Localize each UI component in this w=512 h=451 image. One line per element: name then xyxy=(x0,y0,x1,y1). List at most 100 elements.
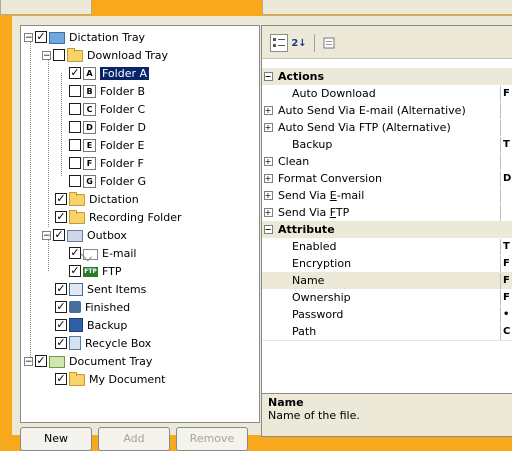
tree-item-sent-items[interactable]: Sent Items xyxy=(55,280,146,298)
expand-toggle-icon[interactable]: + xyxy=(263,208,273,217)
tree-item-label: Folder G xyxy=(100,174,147,188)
tree-item-label: Folder F xyxy=(100,156,144,170)
grid-property-row[interactable]: Path C xyxy=(262,323,512,341)
expand-toggle-icon[interactable]: + xyxy=(263,191,273,200)
tree-item-ftp[interactable]: FTP FTP xyxy=(69,262,122,280)
tree-item-folder-g[interactable]: G Folder G xyxy=(69,172,146,190)
tree-item-dictation-tray[interactable]: − Dictation Tray xyxy=(24,28,145,46)
tree-checkbox[interactable] xyxy=(55,283,67,295)
expand-toggle-icon[interactable]: + xyxy=(263,174,273,183)
tree-checkbox[interactable] xyxy=(35,355,47,367)
tree-checkbox[interactable] xyxy=(69,103,81,115)
tree-checkbox[interactable] xyxy=(69,157,81,169)
tree-checkbox[interactable] xyxy=(69,247,81,259)
grid-property-row[interactable]: Auto Download F xyxy=(262,85,512,103)
grid-property-row[interactable]: Enabled T xyxy=(262,238,512,256)
tree-checkbox[interactable] xyxy=(55,319,67,331)
grid-property-row[interactable]: Ownership F xyxy=(262,289,512,307)
tree-checkbox[interactable] xyxy=(69,85,81,97)
tree-item-e-mail[interactable]: E-mail xyxy=(69,244,137,262)
grid-row-value[interactable] xyxy=(500,204,512,221)
grid-row-value[interactable]: • xyxy=(500,306,512,323)
expand-toggle-icon[interactable]: + xyxy=(263,106,273,115)
grid-category-actions[interactable]: − Actions xyxy=(262,68,512,86)
alphabetical-sort-icon[interactable]: 2↓ xyxy=(290,34,308,52)
grid-property-row[interactable]: + Auto Send Via FTP (Alternative) xyxy=(262,119,512,137)
expand-toggle-icon[interactable]: + xyxy=(263,123,273,132)
grid-row-label: Encryption xyxy=(292,257,352,270)
tree-checkbox[interactable] xyxy=(69,121,81,133)
tree-item-download-tray[interactable]: − Download Tray xyxy=(42,46,168,64)
tab-right[interactable] xyxy=(262,0,512,15)
tree-item-backup[interactable]: Backup xyxy=(55,316,127,334)
tree-item-outbox[interactable]: − Outbox xyxy=(42,226,127,244)
folder-f-icon: F xyxy=(83,156,96,170)
remove-button[interactable]: Remove xyxy=(176,427,248,451)
property-toolbar: 2↓ xyxy=(262,26,512,59)
grid-row-value[interactable] xyxy=(500,119,512,136)
grid-property-row[interactable]: Name F xyxy=(262,272,512,290)
tab-left[interactable] xyxy=(0,0,92,15)
tree-item-recycle-box[interactable]: Recycle Box xyxy=(55,334,151,352)
grid-row-value[interactable]: C xyxy=(500,323,512,340)
grid-row-value[interactable]: F xyxy=(500,85,512,102)
tree-item-finished[interactable]: Finished xyxy=(55,298,130,316)
new-button[interactable]: New xyxy=(20,427,92,451)
tree-checkbox[interactable] xyxy=(55,193,67,205)
grid-property-row[interactable]: + Clean xyxy=(262,153,512,171)
grid-property-row[interactable]: + Auto Send Via E-mail (Alternative) xyxy=(262,102,512,120)
grid-property-row[interactable]: + Format Conversion D xyxy=(262,170,512,188)
tree-checkbox[interactable] xyxy=(55,211,67,223)
property-pages-icon[interactable] xyxy=(320,34,338,52)
collapse-toggle-icon[interactable]: − xyxy=(24,356,33,366)
grid-row-value[interactable]: F xyxy=(500,255,512,272)
add-button[interactable]: Add xyxy=(98,427,170,451)
tree-item-folder-e[interactable]: E Folder E xyxy=(69,136,144,154)
tree-checkbox[interactable] xyxy=(55,373,67,385)
tree-item-recording-folder[interactable]: Recording Folder xyxy=(55,208,182,226)
grid-row-value[interactable] xyxy=(500,102,512,119)
folder-e-icon: E xyxy=(83,138,96,152)
categorized-icon[interactable] xyxy=(270,34,288,52)
grid-property-row[interactable]: Password • xyxy=(262,306,512,324)
grid-row-value[interactable] xyxy=(500,187,512,204)
grid-row-value[interactable]: T xyxy=(500,238,512,255)
collapse-toggle-icon[interactable]: − xyxy=(42,50,51,60)
grid-row-value[interactable]: F xyxy=(500,289,512,306)
tree-checkbox[interactable] xyxy=(69,175,81,187)
grid-row-value[interactable]: T xyxy=(500,136,512,153)
grid-property-row[interactable]: Encryption F xyxy=(262,255,512,273)
grid-row-label: Name xyxy=(292,274,325,287)
grid-row-label: Auto Download xyxy=(292,87,376,100)
expand-toggle-icon[interactable]: − xyxy=(263,225,273,234)
grid-property-row[interactable]: + Send Via FTP xyxy=(262,204,512,222)
tree-item-my-document[interactable]: My Document xyxy=(55,370,165,388)
tree-item-label: Finished xyxy=(85,300,131,314)
tree-item-folder-a[interactable]: A Folder A xyxy=(69,64,150,82)
tree-item-document-tray[interactable]: − Document Tray xyxy=(24,352,152,370)
tree-checkbox[interactable] xyxy=(69,139,81,151)
collapse-toggle-icon[interactable]: − xyxy=(42,230,51,240)
tree-checkbox[interactable] xyxy=(53,229,65,241)
tree-item-folder-b[interactable]: B Folder B xyxy=(69,82,145,100)
grid-row-value[interactable] xyxy=(500,153,512,170)
grid-property-row[interactable]: + Send Via E-mail xyxy=(262,187,512,205)
expand-toggle-icon[interactable]: − xyxy=(263,72,273,81)
collapse-toggle-icon[interactable]: − xyxy=(24,32,33,42)
tree-item-folder-d[interactable]: D Folder D xyxy=(69,118,146,136)
expand-toggle-icon[interactable]: + xyxy=(263,157,273,166)
grid-category-attribute[interactable]: − Attribute xyxy=(262,221,512,239)
tree-item-dictation[interactable]: Dictation xyxy=(55,190,139,208)
grid-gutter: + xyxy=(262,191,274,200)
grid-row-value[interactable]: F xyxy=(500,272,512,289)
grid-property-row[interactable]: Backup T xyxy=(262,136,512,154)
tree-checkbox[interactable] xyxy=(69,265,81,277)
tree-checkbox[interactable] xyxy=(69,67,81,79)
grid-row-value[interactable]: D xyxy=(500,170,512,187)
tree-checkbox[interactable] xyxy=(53,49,65,61)
tree-item-folder-c[interactable]: C Folder C xyxy=(69,100,145,118)
tree-checkbox[interactable] xyxy=(35,31,47,43)
tree-checkbox[interactable] xyxy=(55,301,67,313)
tree-checkbox[interactable] xyxy=(55,337,67,349)
tree-item-folder-f[interactable]: F Folder F xyxy=(69,154,144,172)
